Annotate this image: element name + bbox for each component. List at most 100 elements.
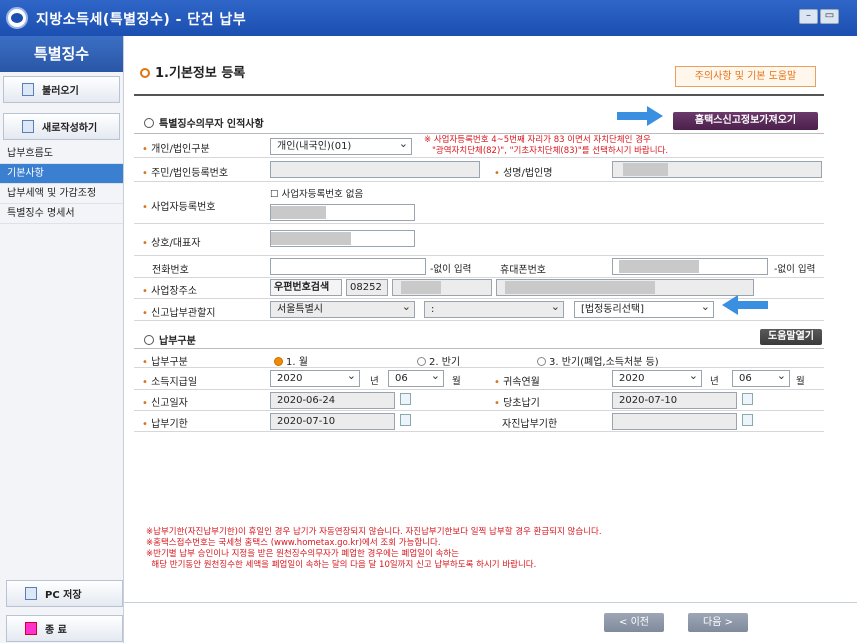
biz-no-label: 사업자등록번호 [142, 198, 215, 213]
redacted-block [271, 232, 351, 245]
page-title: 1.기본정보 등록 [140, 62, 245, 81]
footer: < 이전 다음 > [124, 602, 857, 643]
radio-half-closed-label: 3. 반기(폐업,소득처분 등) [549, 357, 659, 368]
row-income: 소득지급일 2020 년 06 월 귀속연월 2020 년 06 월 [134, 368, 824, 390]
sidebar-header: 특별징수 [0, 36, 123, 72]
radio-half[interactable]: 2. 반기 [417, 353, 460, 368]
warning-text-1: ※ 사업자등록번호 4~5번째 자리가 83 이면서 자치단체인 경우 [424, 135, 651, 145]
belong-month-unit: 월 [796, 376, 805, 387]
zip-search-button[interactable]: 우편번호검색 [270, 279, 342, 296]
phone-hint: -없이 입력 [430, 264, 472, 275]
name-field[interactable] [612, 161, 822, 178]
save-icon [25, 587, 37, 600]
section-person-title: 특별징수의무자 인적사항 [159, 119, 264, 130]
notes: ※납부기한(자진납부기한)이 휴일인 경우 납기가 자동연장되지 않습니다. 자… [146, 527, 602, 571]
main-content: 1.기본정보 등록 주의사항 및 기본 도움말 특별징수의무자 인적사항 홈택스… [124, 36, 857, 643]
no-biz-no-checkbox[interactable]: ☐ 사업자등록번호 없음 [270, 186, 363, 200]
row-person-type: 개인/법인구분 개인(내국인)(01) ※ 사업자등록번호 4~5번째 자리가 … [134, 133, 824, 158]
radio-monthly-label: 1. 월 [286, 357, 308, 368]
note-line: ※반기별 납부 승인이나 지정을 받은 원천징수의무자가 폐업한 경우에는 폐업… [146, 549, 459, 559]
sidebar-item-flow[interactable]: 납부흐름도 [0, 144, 123, 164]
help-open-button[interactable]: 도움말열기 [760, 329, 822, 345]
row-company: 상호/대표자 [134, 224, 824, 256]
rrn-field[interactable] [270, 161, 480, 178]
hometax-import-button[interactable]: 홈택스신고정보가져오기 [673, 112, 818, 130]
row-address: 사업장주소 우편번호검색 08252 [134, 278, 824, 299]
radio-icon [537, 357, 546, 366]
new-form-label: 새로작성하기 [42, 123, 98, 134]
income-month-select[interactable]: 06 [388, 368, 444, 387]
pc-save-button[interactable]: PC 저장 [6, 580, 123, 607]
circle-icon [144, 335, 154, 345]
sidebar: 특별징수 불러오기 새로작성하기 납부흐름도 기본사항 납부세액 및 가감조정 … [0, 36, 124, 643]
due-date-field[interactable]: 2020-07-10 [270, 413, 395, 430]
warning-text-2: "광역자치단체(82)", "기초자치단체(83)"를 선택하시기 바랍니다. [432, 146, 669, 156]
sidebar-item-statement[interactable]: 특별징수 명세서 [0, 204, 123, 224]
dong-select[interactable]: [법정동리선택] [574, 299, 714, 318]
radio-monthly[interactable]: 1. 월 [274, 353, 308, 368]
belong-year-select[interactable]: 2020 [612, 368, 702, 387]
load-button[interactable]: 불러오기 [3, 76, 120, 103]
prev-button[interactable]: < 이전 [604, 613, 664, 632]
orig-due-field[interactable]: 2020-07-10 [612, 392, 737, 409]
belong-label: 귀속연월 [494, 373, 540, 388]
company-field[interactable] [270, 230, 415, 247]
address-detail-field[interactable] [496, 279, 754, 296]
company-label: 상호/대표자 [142, 234, 200, 249]
mobile-field[interactable] [612, 258, 768, 275]
note-line: ※홈택스접수번호는 국세청 홈택스 (www.hometax.go.kr)에서 … [146, 538, 441, 548]
exit-label: 종 료 [45, 625, 67, 636]
redacted-block [505, 281, 655, 294]
orig-due-label: 당초납기 [494, 394, 540, 409]
arrow-left-icon [722, 295, 768, 315]
income-label: 소득지급일 [142, 373, 197, 388]
office-label: 신고납부관할지 [142, 304, 215, 319]
load-label: 불러오기 [42, 86, 79, 97]
row-due: 납부기한 2020-07-10 자진납부기한 [134, 411, 824, 432]
bullet-icon [140, 68, 150, 78]
phone-field[interactable] [270, 258, 426, 275]
exit-button[interactable]: 종 료 [6, 615, 123, 642]
help-button[interactable]: 주의사항 및 기본 도움말 [675, 66, 816, 87]
city-select[interactable]: 서울특별시 [270, 299, 415, 318]
minimize-button[interactable]: – [799, 9, 818, 24]
note-line: ※납부기한(자진납부기한)이 휴일인 경우 납기가 자동연장되지 않습니다. 자… [146, 527, 602, 537]
calendar-icon[interactable] [400, 393, 411, 405]
circle-icon [144, 118, 154, 128]
maximize-button[interactable]: ▭ [820, 9, 839, 24]
report-date-field[interactable]: 2020-06-24 [270, 392, 395, 409]
person-type-label: 개인/법인구분 [142, 140, 210, 155]
name-label: 성명/법인명 [494, 164, 552, 179]
next-button[interactable]: 다음 > [688, 613, 748, 632]
calendar-icon[interactable] [742, 414, 753, 426]
address-field[interactable] [392, 279, 492, 296]
biz-no-field[interactable] [270, 204, 415, 221]
row-office: 신고납부관할지 서울특별시 : [법정동리선택] [134, 299, 824, 321]
calendar-icon[interactable] [400, 414, 411, 426]
pay-type-label: 납부구분 [142, 353, 188, 368]
radio-icon [417, 357, 426, 366]
address-label: 사업장주소 [142, 282, 197, 297]
new-form-button[interactable]: 새로작성하기 [3, 113, 120, 140]
belong-month-select[interactable]: 06 [732, 368, 790, 387]
phone-label: 전화번호 [152, 265, 189, 276]
income-year-select[interactable]: 2020 [270, 368, 360, 387]
zip-field[interactable]: 08252 [346, 279, 388, 296]
radio-half-label: 2. 반기 [429, 357, 461, 368]
note-line: 해당 반기동안 원천징수한 세액을 폐업일이 속하는 달의 다음 달 10일까지… [146, 560, 537, 570]
row-report: 신고일자 2020-06-24 당초납기 2020-07-10 [134, 390, 824, 411]
district-select[interactable]: : [424, 299, 564, 318]
self-due-field[interactable] [612, 413, 737, 430]
sidebar-item-basic[interactable]: 기본사항 [0, 164, 123, 184]
arrow-right-icon [617, 106, 663, 126]
exit-icon [25, 622, 37, 635]
calendar-icon[interactable] [742, 393, 753, 405]
row-biz-no: 사업자등록번호 ☐ 사업자등록번호 없음 [134, 182, 824, 224]
mobile-hint: -없이 입력 [774, 264, 816, 275]
divider [134, 94, 824, 96]
radio-half-closed[interactable]: 3. 반기(폐업,소득처분 등) [537, 353, 659, 368]
row-pay-type: 납부구분 1. 월 2. 반기 3. 반기(폐업,소득처분 등) [134, 348, 824, 368]
person-type-select[interactable]: 개인(내국인)(01) [270, 136, 412, 155]
pc-save-label: PC 저장 [45, 590, 82, 601]
sidebar-item-tax-amount[interactable]: 납부세액 및 가감조정 [0, 184, 123, 204]
